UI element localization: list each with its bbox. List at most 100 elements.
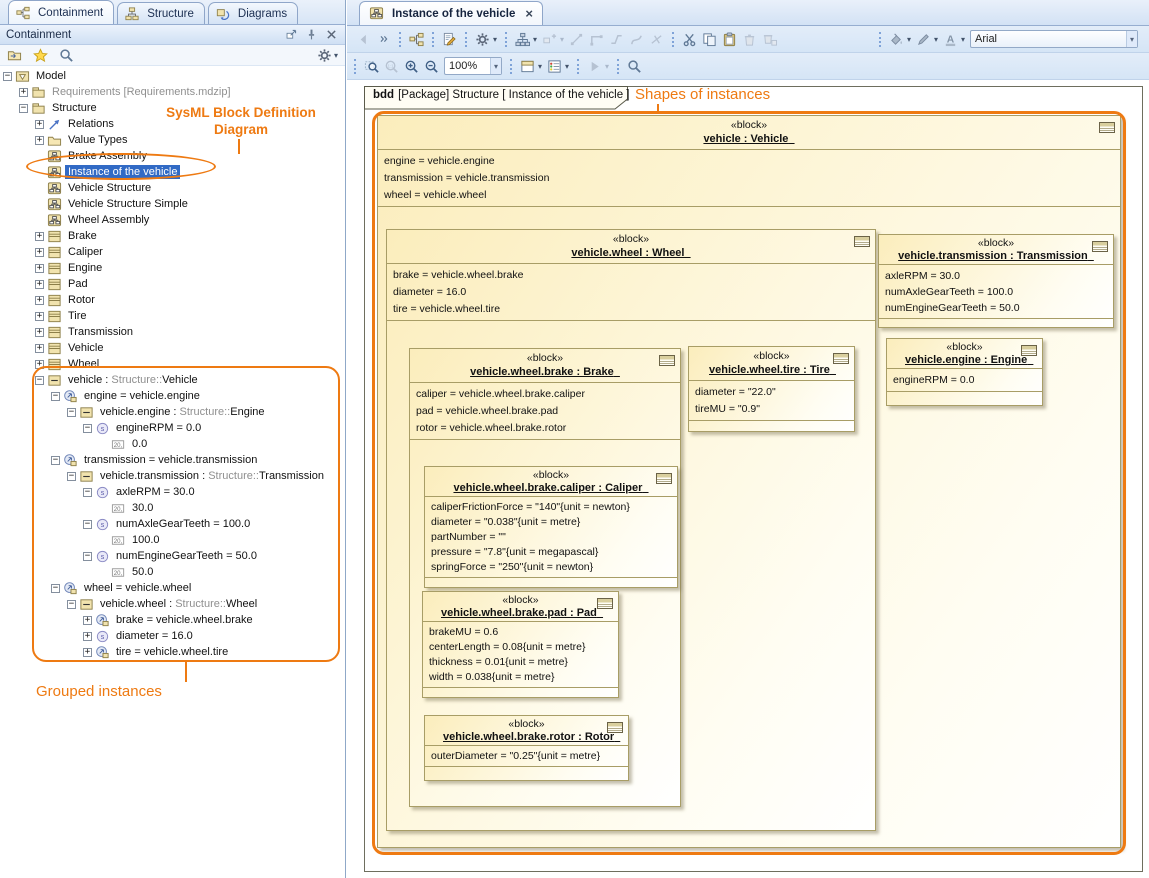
block-caliper-instance[interactable]: «block» vehicle.wheel.brake.caliper : Ca… bbox=[424, 466, 678, 588]
block-pad-instance[interactable]: «block» vehicle.wheel.brake.pad : Pad br… bbox=[422, 591, 619, 698]
expander-icon[interactable]: + bbox=[83, 648, 92, 657]
chevron-down-icon[interactable]: ▾ bbox=[493, 35, 497, 44]
compartment-icon[interactable] bbox=[854, 234, 870, 245]
tree-item[interactable]: +sdiameter = 16.0 bbox=[0, 628, 345, 644]
favorites-icon[interactable] bbox=[31, 46, 50, 65]
zoom-combobox[interactable]: 100%▾ bbox=[444, 57, 502, 75]
expander-icon[interactable]: − bbox=[83, 552, 92, 561]
slot-value[interactable]: tireMU = "0.9" bbox=[695, 401, 848, 418]
search-icon[interactable] bbox=[57, 46, 76, 65]
block-rotor-instance[interactable]: «block» vehicle.wheel.brake.rotor : Roto… bbox=[424, 715, 629, 781]
chevrons-icon[interactable] bbox=[374, 30, 393, 49]
chevron-down-icon[interactable]: ▾ bbox=[334, 51, 338, 60]
slot-value[interactable]: brakeMU = 0.6 bbox=[429, 625, 612, 640]
tree-item[interactable]: +tire = vehicle.wheel.tire bbox=[0, 644, 345, 660]
chevron-down-icon[interactable]: ▾ bbox=[1126, 31, 1137, 47]
expander-icon[interactable]: − bbox=[83, 424, 92, 433]
tree-item[interactable]: −transmission = vehicle.transmission bbox=[0, 452, 345, 468]
expander-icon[interactable]: − bbox=[67, 408, 76, 417]
chevron-down-icon[interactable]: ▾ bbox=[961, 35, 965, 44]
paste-icon[interactable] bbox=[720, 30, 739, 49]
tree-item[interactable]: Vehicle Structure bbox=[0, 180, 345, 196]
doc-edit-icon[interactable] bbox=[440, 30, 459, 49]
tree-item[interactable]: +Tire bbox=[0, 308, 345, 324]
expander-icon[interactable]: − bbox=[51, 392, 60, 401]
expander-icon[interactable]: + bbox=[35, 264, 44, 273]
tree-item[interactable]: Instance of the vehicle bbox=[0, 164, 345, 180]
expander-icon[interactable]: + bbox=[83, 616, 92, 625]
tree-item[interactable]: +Value Types bbox=[0, 132, 345, 148]
tree-item[interactable]: +Pad bbox=[0, 276, 345, 292]
slot-value[interactable]: springForce = "250"{unit = newton} bbox=[431, 560, 671, 575]
float-icon[interactable] bbox=[284, 27, 299, 42]
slot-value[interactable]: pressure = "7.8"{unit = megapascal} bbox=[431, 545, 671, 560]
tree-item[interactable]: 20,100.0 bbox=[0, 532, 345, 548]
compartment-icon[interactable] bbox=[1092, 239, 1108, 250]
pen-icon[interactable] bbox=[914, 30, 933, 49]
slot-value[interactable]: rotor = vehicle.wheel.brake.rotor bbox=[416, 420, 674, 437]
slot-value[interactable]: tire = vehicle.wheel.tire bbox=[393, 301, 869, 318]
chevron-down-icon[interactable]: ▾ bbox=[565, 62, 569, 71]
tree-item[interactable]: −sengineRPM = 0.0 bbox=[0, 420, 345, 436]
expander-icon[interactable]: + bbox=[19, 88, 28, 97]
tree-item[interactable]: −vehicle.wheel : Structure::Wheel bbox=[0, 596, 345, 612]
tree-item[interactable]: −snumAxleGearTeeth = 100.0 bbox=[0, 516, 345, 532]
search-icon[interactable] bbox=[625, 57, 644, 76]
slot-value[interactable]: diameter = 16.0 bbox=[393, 284, 869, 301]
slot-value[interactable]: diameter = "0.038"{unit = metre} bbox=[431, 515, 671, 530]
slot-value[interactable]: transmission = vehicle.transmission bbox=[384, 170, 1114, 187]
expander-icon[interactable]: + bbox=[35, 344, 44, 353]
scissors-icon[interactable] bbox=[680, 30, 699, 49]
close-icon[interactable]: × bbox=[525, 6, 533, 21]
compartment-icon[interactable] bbox=[597, 596, 613, 607]
compartment-icon[interactable] bbox=[659, 353, 675, 364]
block-engine-instance[interactable]: «block» vehicle.engine : Engine engineRP… bbox=[886, 338, 1043, 406]
tree-item[interactable]: +Relations bbox=[0, 116, 345, 132]
tree-item[interactable]: −vehicle : Structure::Vehicle bbox=[0, 372, 345, 388]
slot-value[interactable]: thickness = 0.01{unit = metre} bbox=[429, 655, 612, 670]
tab-containment[interactable]: Containment bbox=[8, 0, 114, 24]
tree-item[interactable]: +Brake bbox=[0, 228, 345, 244]
zoom-out-icon[interactable] bbox=[422, 57, 441, 76]
tree-item[interactable]: Wheel Assembly bbox=[0, 212, 345, 228]
expander-icon[interactable]: + bbox=[35, 232, 44, 241]
close-icon[interactable] bbox=[324, 27, 339, 42]
expander-icon[interactable]: − bbox=[3, 72, 12, 81]
expander-icon[interactable]: + bbox=[35, 136, 44, 145]
slot-value[interactable]: width = 0.038{unit = metre} bbox=[429, 670, 612, 685]
slot-value[interactable]: caliper = vehicle.wheel.brake.caliper bbox=[416, 386, 674, 403]
containment-tree-icon[interactable] bbox=[407, 30, 426, 49]
expander-icon[interactable]: − bbox=[83, 520, 92, 529]
tree-item[interactable]: 20,0.0 bbox=[0, 436, 345, 452]
font-combobox[interactable]: Arial▾ bbox=[970, 30, 1138, 48]
tree-item[interactable]: −Structure bbox=[0, 100, 345, 116]
gear-icon[interactable] bbox=[315, 46, 334, 65]
slot-value[interactable]: partNumber = "" bbox=[431, 530, 671, 545]
tree-item[interactable]: +Transmission bbox=[0, 324, 345, 340]
expander-icon[interactable]: + bbox=[35, 248, 44, 257]
compartment-icon[interactable] bbox=[833, 351, 849, 362]
expander-icon[interactable]: + bbox=[35, 296, 44, 305]
expander-icon[interactable]: + bbox=[35, 120, 44, 129]
chevron-down-icon[interactable]: ▾ bbox=[490, 58, 501, 74]
tab-structure[interactable]: Structure bbox=[117, 2, 205, 24]
add-node-icon[interactable] bbox=[540, 30, 559, 49]
slot-value[interactable]: caliperFrictionForce = "140"{unit = newt… bbox=[431, 500, 671, 515]
trash-icon[interactable] bbox=[740, 30, 759, 49]
tree-item[interactable]: +Caliper bbox=[0, 244, 345, 260]
back-icon[interactable] bbox=[354, 30, 373, 49]
slot-value[interactable]: numAxleGearTeeth = 100.0 bbox=[885, 284, 1107, 300]
tree-item[interactable]: +Requirements [Requirements.mdzip] bbox=[0, 84, 345, 100]
slot-value[interactable]: axleRPM = 30.0 bbox=[885, 268, 1107, 284]
slot-value[interactable]: engineRPM = 0.0 bbox=[893, 372, 1036, 389]
shapes-toggle-icon[interactable] bbox=[518, 57, 537, 76]
zoom-in-icon[interactable] bbox=[402, 57, 421, 76]
expander-icon[interactable]: + bbox=[35, 328, 44, 337]
tree-item[interactable]: +Engine bbox=[0, 260, 345, 276]
tree-item[interactable]: −vehicle.engine : Structure::Engine bbox=[0, 404, 345, 420]
slot-value[interactable]: wheel = vehicle.wheel bbox=[384, 187, 1114, 204]
slot-value[interactable]: pad = vehicle.wheel.brake.pad bbox=[416, 403, 674, 420]
line-diag-icon[interactable] bbox=[567, 30, 586, 49]
expander-icon[interactable]: − bbox=[35, 376, 44, 385]
expander-icon[interactable]: − bbox=[51, 456, 60, 465]
